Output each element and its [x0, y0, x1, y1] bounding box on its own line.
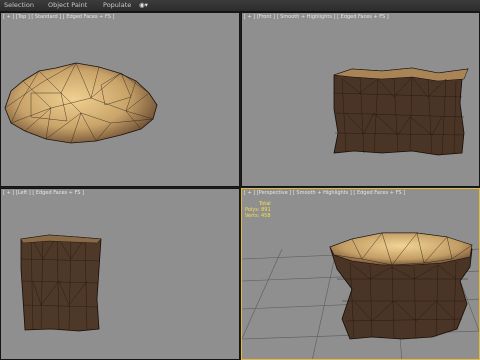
rock-top-view [4, 62, 158, 144]
viewport-front[interactable]: [ + ] [Front ] [ Smooth + Highlights ] [… [241, 12, 480, 187]
eye-icon[interactable]: ◉▾ [139, 1, 148, 10]
tab-object-paint[interactable]: Object Paint [48, 1, 87, 10]
viewport-perspective[interactable]: [ + ] [Perspective ] [ Smooth + Highligh… [241, 188, 480, 360]
ribbon-bar: Selection Object Paint Populate ◉▾ [0, 0, 480, 12]
viewport-top[interactable]: [ + ] [Top ] [ Standard ] [ Edged Faces … [0, 12, 240, 187]
stump-left-view [20, 234, 102, 332]
stump-front-view [333, 67, 469, 156]
stump-perspective-view [242, 232, 479, 359]
tab-selection[interactable]: Selection [4, 1, 34, 10]
viewport-left[interactable]: [ + ] [Left ] [ Edged Faces + FS ] [0, 188, 240, 360]
tab-populate[interactable]: Populate [103, 1, 131, 10]
